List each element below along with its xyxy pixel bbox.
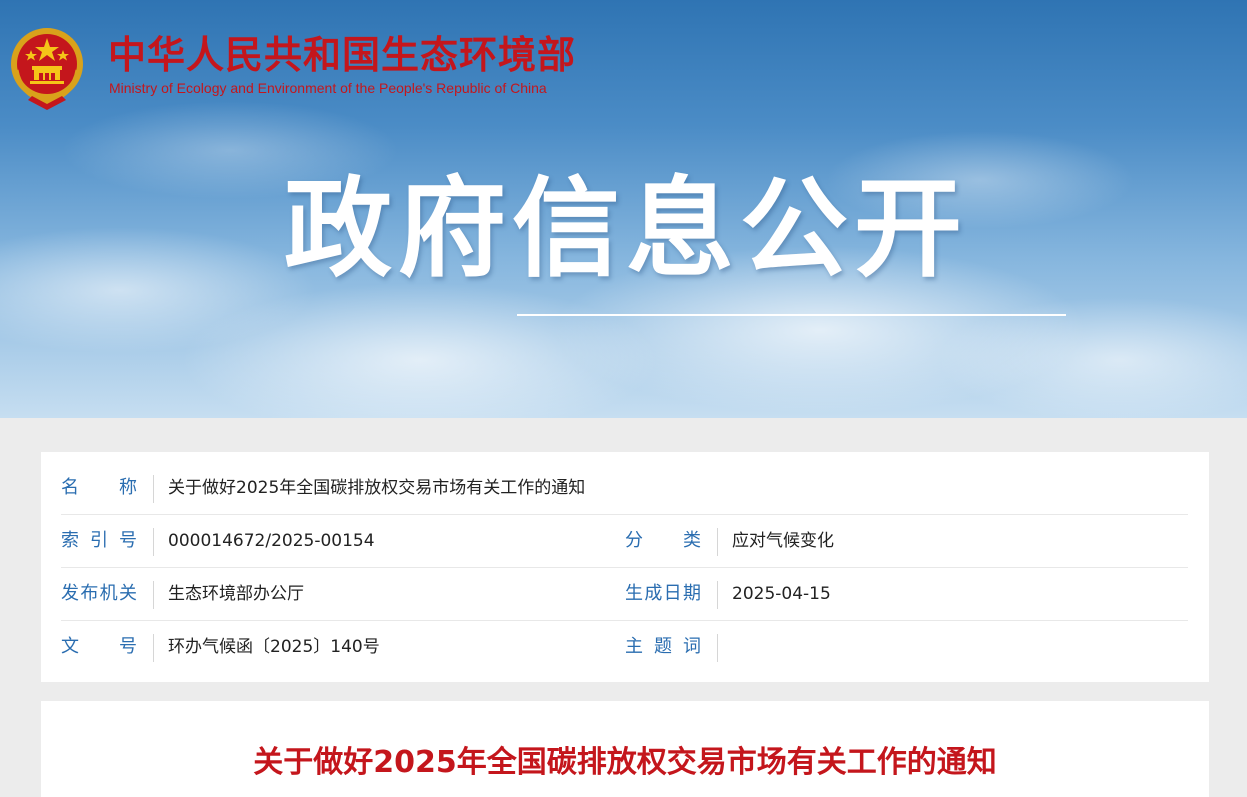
divider	[717, 634, 718, 662]
divider	[153, 528, 154, 556]
page: 中华人民共和国生态环境部 Ministry of Ecology and Env…	[0, 0, 1247, 797]
issuer-label: 发布机关	[61, 583, 137, 604]
banner-title: 政府信息公开	[284, 167, 969, 292]
issuer-value: 生态环境部办公厅	[168, 584, 304, 604]
info-row-docno: 文号 环办气候函〔2025〕140号 主题词	[61, 621, 1188, 673]
document-info-card: 名称 关于做好2025年全国碳排放权交易市场有关工作的通知 索引号 000014…	[41, 452, 1209, 682]
divider	[153, 475, 154, 503]
ministry-name-en[interactable]: Ministry of Ecology and Environment of t…	[109, 79, 547, 97]
info-row-issuer: 发布机关 生态环境部办公厅 生成日期 2025-04-15	[61, 568, 1188, 621]
divider	[717, 528, 718, 556]
index-value: 000014672/2025-00154	[168, 531, 375, 551]
name-value: 关于做好2025年全国碳排放权交易市场有关工作的通知	[168, 478, 586, 498]
docno-label: 文号	[61, 636, 137, 657]
category-label: 分类	[625, 530, 701, 551]
info-row-index: 索引号 000014672/2025-00154 分类 应对气候变化	[61, 515, 1188, 568]
name-label: 名称	[61, 477, 137, 498]
header-banner: 中华人民共和国生态环境部 Ministry of Ecology and Env…	[0, 0, 1247, 418]
divider	[717, 581, 718, 609]
date-value: 2025-04-15	[732, 584, 831, 604]
index-label: 索引号	[61, 530, 137, 551]
info-row-name: 名称 关于做好2025年全国碳排放权交易市场有关工作的通知	[61, 462, 1188, 515]
divider	[153, 581, 154, 609]
banner-divider	[517, 314, 1066, 316]
category-value: 应对气候变化	[732, 531, 834, 551]
keywords-label: 主题词	[625, 636, 701, 657]
divider	[153, 634, 154, 662]
national-emblem-icon	[11, 28, 83, 110]
docno-value: 环办气候函〔2025〕140号	[168, 637, 380, 657]
date-label: 生成日期	[625, 583, 701, 604]
article-title: 关于做好2025年全国碳排放权交易市场有关工作的通知	[253, 745, 997, 780]
ministry-name-cn[interactable]: 中华人民共和国生态环境部	[108, 32, 576, 78]
article-card: 关于做好2025年全国碳排放权交易市场有关工作的通知	[41, 701, 1209, 797]
